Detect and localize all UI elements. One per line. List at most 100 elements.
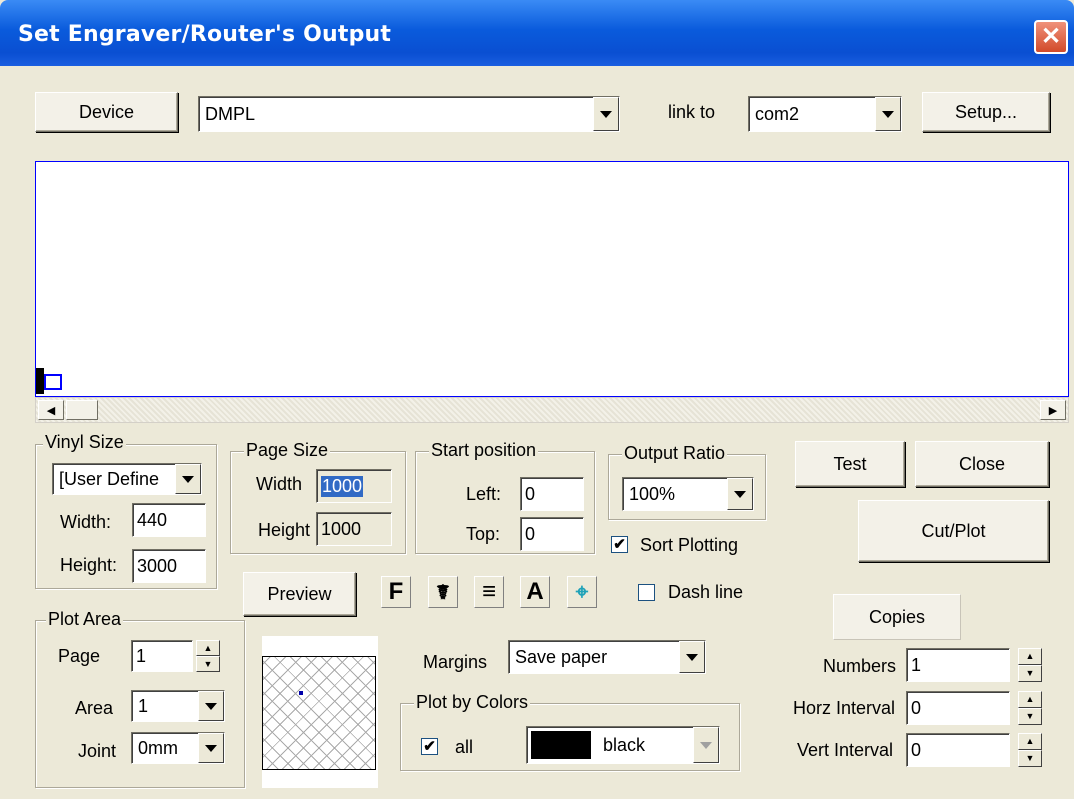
device-select[interactable]: DMPL	[198, 96, 620, 132]
plot-joint-value: 0mm	[138, 737, 178, 758]
sort-plotting-checkbox[interactable]: ✔	[611, 536, 628, 553]
vinyl-height-input[interactable]: 3000	[132, 549, 206, 583]
position-marker-icon[interactable]: ⌖	[567, 576, 597, 608]
vinyl-size-legend: Vinyl Size	[43, 432, 126, 453]
vinyl-preset-value: [User Define	[59, 468, 160, 489]
spin-down-icon[interactable]: ▼	[1018, 750, 1042, 767]
plot-area-select[interactable]: 1	[131, 690, 225, 722]
vinyl-height-label: Height:	[60, 555, 118, 575]
plot-area-label: Area	[75, 698, 114, 718]
chevron-down-icon[interactable]	[198, 691, 224, 721]
start-left-input[interactable]: 0	[520, 477, 584, 511]
text-mode-icon[interactable]: A	[520, 576, 550, 608]
spin-down-icon[interactable]: ▼	[196, 656, 220, 672]
horz-interval-label: Horz Interval	[793, 698, 896, 718]
margins-label: Margins	[423, 652, 488, 672]
start-top-input[interactable]: 0	[520, 517, 584, 551]
color-name: black	[603, 734, 646, 755]
output-preview-canvas[interactable]	[35, 161, 1069, 397]
copies-numbers-spinner[interactable]: ▲ ▼	[1018, 648, 1042, 682]
test-button[interactable]: Test	[795, 441, 905, 487]
vinyl-width-label: Width:	[60, 512, 112, 532]
mini-preview-dot	[299, 691, 303, 695]
plot-joint-label: Joint	[78, 741, 117, 761]
start-top-label: Top:	[466, 524, 501, 544]
align-lines-icon[interactable]: ≡	[474, 576, 504, 608]
origin-marker	[36, 368, 44, 394]
spin-up-icon[interactable]: ▲	[1018, 648, 1042, 665]
port-select[interactable]: com2	[748, 96, 902, 132]
scroll-thumb[interactable]	[66, 400, 98, 420]
port-select-value: com2	[755, 103, 800, 124]
horz-interval-input[interactable]: 0	[906, 691, 1010, 725]
preview-button[interactable]: Preview	[243, 572, 356, 616]
plot-all-colors-checkbox[interactable]: ✔	[421, 738, 438, 755]
window-title: Set Engraver/Router's Output	[18, 22, 392, 47]
dash-line-label: Dash line	[668, 582, 744, 602]
plot-page-input[interactable]: 1	[131, 640, 193, 672]
mini-preview-grid	[262, 656, 376, 770]
output-ratio-select[interactable]: 100%	[622, 477, 754, 511]
device-select-value: DMPL	[205, 103, 256, 124]
page-width-field: 1000	[316, 469, 392, 503]
plot-area-legend: Plot Area	[46, 609, 124, 630]
close-icon: ✕	[1040, 23, 1062, 50]
sort-plotting-label: Sort Plotting	[640, 535, 739, 555]
margins-value: Save paper	[515, 646, 608, 667]
close-window-button[interactable]: ✕	[1034, 20, 1068, 54]
chevron-down-icon[interactable]	[175, 464, 201, 494]
device-button[interactable]: Device	[35, 92, 178, 132]
cut-plot-button[interactable]: Cut/Plot	[858, 500, 1049, 562]
vinyl-width-input[interactable]: 440	[132, 503, 206, 537]
output-ratio-value: 100%	[629, 483, 676, 504]
vinyl-outline	[44, 374, 62, 390]
plot-all-colors-label: all	[455, 737, 474, 757]
plot-page-label: Page	[58, 646, 101, 666]
horz-interval-spinner[interactable]: ▲ ▼	[1018, 691, 1042, 725]
start-left-label: Left:	[466, 484, 502, 504]
chevron-down-icon[interactable]	[875, 97, 901, 131]
copies-button[interactable]: Copies	[833, 594, 961, 640]
chevron-down-icon[interactable]	[593, 97, 619, 131]
dash-line-checkbox[interactable]	[638, 584, 655, 601]
spin-down-icon[interactable]: ▼	[1018, 708, 1042, 725]
vert-interval-input[interactable]: 0	[906, 733, 1010, 767]
spin-down-icon[interactable]: ▼	[1018, 665, 1042, 682]
spin-up-icon[interactable]: ▲	[196, 640, 220, 656]
arrow-right-icon: ▶	[1048, 404, 1058, 417]
copies-numbers-label: Numbers	[823, 656, 897, 676]
margins-select[interactable]: Save paper	[508, 640, 706, 674]
fill-mode-icon[interactable]: F	[381, 576, 411, 608]
link-to-label: link to	[668, 102, 716, 122]
page-width-label: Width	[256, 474, 303, 494]
horizontal-scrollbar[interactable]: ◀ ▶	[35, 397, 1069, 423]
page-height-value: 1000	[316, 512, 392, 546]
vert-interval-label: Vert Interval	[797, 740, 894, 760]
chevron-down-icon[interactable]	[727, 478, 753, 510]
plot-area-value: 1	[138, 695, 149, 716]
plot-by-colors-legend: Plot by Colors	[414, 692, 531, 713]
mini-preview-panel	[262, 636, 378, 788]
chevron-down-icon[interactable]	[679, 641, 705, 673]
setup-button[interactable]: Setup...	[922, 92, 1050, 132]
color-select[interactable]: black	[526, 726, 720, 764]
page-height-label: Height	[258, 520, 311, 540]
chevron-down-icon[interactable]	[693, 727, 719, 763]
output-ratio-legend: Output Ratio	[622, 443, 728, 464]
copies-numbers-input[interactable]: 1	[906, 648, 1010, 682]
spin-up-icon[interactable]: ▲	[1018, 691, 1042, 708]
color-swatch	[531, 731, 591, 759]
arrow-left-icon: ◀	[46, 404, 56, 417]
page-size-legend: Page Size	[244, 440, 331, 461]
chevron-down-icon[interactable]	[198, 733, 224, 763]
start-position-legend: Start position	[429, 440, 539, 461]
close-button[interactable]: Close	[915, 441, 1049, 487]
plot-joint-select[interactable]: 0mm	[131, 732, 225, 764]
tool-mode-icon[interactable]: ☤	[428, 576, 458, 608]
vert-interval-spinner[interactable]: ▲ ▼	[1018, 733, 1042, 767]
scroll-left-button[interactable]: ◀	[38, 400, 64, 420]
scroll-right-button[interactable]: ▶	[1040, 400, 1066, 420]
vinyl-preset-select[interactable]: [User Define	[52, 463, 202, 495]
plot-page-spinner[interactable]: ▲ ▼	[196, 640, 220, 672]
spin-up-icon[interactable]: ▲	[1018, 733, 1042, 750]
